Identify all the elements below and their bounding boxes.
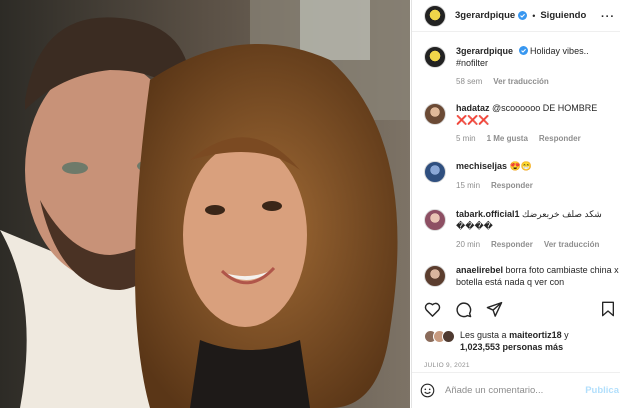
comments-list[interactable]: 3gerardpique Holiday vibes.. #nofilter 5… <box>412 33 620 291</box>
liker-avatar <box>442 330 455 343</box>
comment-username[interactable]: anaelirebel <box>456 265 503 275</box>
caption-hashtag[interactable]: #nofilter <box>456 58 488 68</box>
caption-text: Holiday vibes.. <box>530 46 589 56</box>
selfie-image <box>0 0 410 408</box>
following-button[interactable]: Siguiendo <box>540 10 586 21</box>
comment-bubble-icon[interactable] <box>455 301 472 318</box>
action-bar <box>424 299 503 319</box>
save-bookmark-icon[interactable] <box>601 301 615 317</box>
separator-dot: • <box>532 10 536 21</box>
reply-button[interactable]: Responder <box>491 181 533 190</box>
heart-eyes-emoji-icon: 😍😁 <box>509 161 532 171</box>
comment-item: tabark.official1 شكد صلف خربعرضك ���� 20… <box>424 209 619 249</box>
post-photo[interactable] <box>0 0 410 408</box>
post-side-panel: 3gerardpique • Siguiendo ··· 3gerardpiqu… <box>411 0 620 408</box>
comment-text: شكد صلف خربعرضك <box>522 209 602 219</box>
likes-joiner: y <box>564 330 569 340</box>
likes-summary[interactable]: Les gusta a maiteortiz18 y 1,023,553 per… <box>424 330 619 353</box>
comment-username[interactable]: mechiseljas <box>456 161 507 171</box>
caption-translate-link[interactable]: Ver traducción <box>493 77 549 86</box>
liker-avatars <box>424 330 458 344</box>
verified-badge-icon <box>518 11 528 20</box>
caption-username[interactable]: 3gerardpique <box>456 46 513 56</box>
comment-form: Publica <box>412 372 620 408</box>
cross-emoji-icon: ❌❌❌ <box>456 114 490 125</box>
comment-time[interactable]: 20 min <box>456 240 480 249</box>
translate-link[interactable]: Ver traducción <box>544 240 600 249</box>
comment-text-line2: ���� <box>456 220 493 231</box>
reply-button[interactable]: Responder <box>491 240 533 249</box>
comment-avatar[interactable] <box>424 161 446 183</box>
emoji-picker-icon[interactable] <box>420 383 435 398</box>
comment-item: mechiseljas 😍😁 15 min Responder <box>424 161 619 190</box>
comment-time[interactable]: 5 min <box>456 134 476 143</box>
comment-text: @scoooooo DE HOMBRE <box>492 103 598 113</box>
comment-avatar[interactable] <box>424 265 446 287</box>
author-avatar[interactable] <box>424 4 446 27</box>
comment-item: hadataz @scoooooo DE HOMBRE ❌❌❌ 5 min 1 … <box>424 103 619 143</box>
comment-time[interactable]: 15 min <box>456 181 480 190</box>
comment-item: anaelirebel borra foto cambiaste china x… <box>424 265 619 288</box>
caption-avatar[interactable] <box>424 46 446 68</box>
comment-avatar[interactable] <box>424 209 446 231</box>
more-options-icon[interactable]: ··· <box>601 11 615 23</box>
comment-username[interactable]: hadataz <box>456 103 490 113</box>
comment-input[interactable] <box>445 385 585 396</box>
comment-username[interactable]: tabark.official1 <box>456 209 520 219</box>
reply-button[interactable]: Responder <box>539 134 581 143</box>
likes-count[interactable]: 1,023,553 personas más <box>460 342 563 352</box>
verified-badge-icon <box>518 46 528 55</box>
post-date[interactable]: JULIO 9, 2021 <box>424 362 470 369</box>
like-heart-icon[interactable] <box>424 301 441 317</box>
caption-time[interactable]: 58 sem <box>456 77 482 86</box>
comment-avatar[interactable] <box>424 103 446 125</box>
share-plane-icon[interactable] <box>486 301 503 317</box>
publish-button[interactable]: Publica <box>585 385 619 396</box>
comment-likes[interactable]: 1 Me gusta <box>487 134 528 143</box>
likes-user[interactable]: maiteortiz18 <box>509 330 562 340</box>
caption: 3gerardpique Holiday vibes.. #nofilter 5… <box>424 46 619 86</box>
likes-prefix: Les gusta a <box>460 330 507 340</box>
author-username[interactable]: 3gerardpique <box>455 10 515 21</box>
post-header: 3gerardpique • Siguiendo ··· <box>412 0 620 32</box>
